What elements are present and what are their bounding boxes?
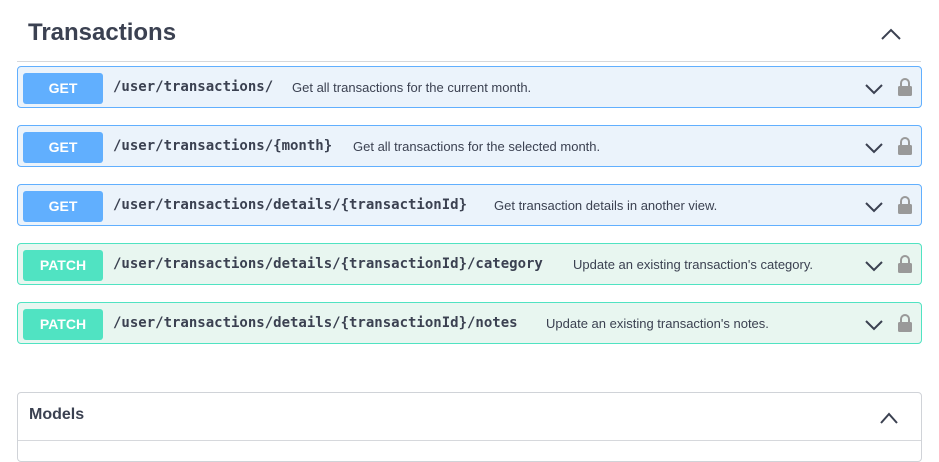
endpoint-path: /user/transactions/{month} [113,138,333,154]
chevron-down-icon[interactable] [864,259,884,273]
endpoint-summary: Get transaction details in another view. [494,198,718,213]
endpoint-path: /user/transactions/details/{transactionI… [113,315,518,331]
method-badge: GET [23,73,103,104]
divider [18,440,921,441]
endpoint-path: /user/transactions/details/{transactionI… [113,197,468,213]
lock-icon[interactable] [897,254,913,274]
method-badge: PATCH [23,250,103,281]
endpoint-summary: Get all transactions for the selected mo… [353,139,601,154]
chevron-down-icon[interactable] [864,141,884,155]
endpoint-path: /user/transactions/ [113,79,274,95]
lock-icon[interactable] [897,136,913,156]
chevron-up-icon[interactable] [879,25,903,43]
method-badge: GET [23,132,103,163]
endpoint-path: /user/transactions/details/{transactionI… [113,256,543,272]
method-badge: GET [23,191,103,222]
transactions-section-header[interactable]: Transactions [17,11,921,62]
lock-icon[interactable] [897,77,913,97]
endpoint-summary: Update an existing transaction's categor… [573,257,813,272]
chevron-down-icon[interactable] [864,82,884,96]
lock-icon[interactable] [897,195,913,215]
operations-list: GET /user/transactions/ Get all transact… [17,66,922,361]
section-title: Transactions [28,19,177,46]
operation-row[interactable]: PATCH /user/transactions/details/{transa… [17,243,922,285]
models-title: Models [29,406,85,423]
chevron-down-icon[interactable] [864,318,884,332]
endpoint-summary: Update an existing transaction's notes. [546,316,769,331]
operation-row[interactable]: PATCH /user/transactions/details/{transa… [17,302,922,344]
operation-row[interactable]: GET /user/transactions/{month} Get all t… [17,125,922,167]
chevron-up-icon[interactable] [878,410,900,426]
endpoint-summary: Get all transactions for the current mon… [292,80,532,95]
operation-row[interactable]: GET /user/transactions/details/{transact… [17,184,922,226]
models-section[interactable]: Models [17,392,922,462]
method-badge: PATCH [23,309,103,340]
chevron-down-icon[interactable] [864,200,884,214]
operation-row[interactable]: GET /user/transactions/ Get all transact… [17,66,922,108]
lock-icon[interactable] [897,313,913,333]
